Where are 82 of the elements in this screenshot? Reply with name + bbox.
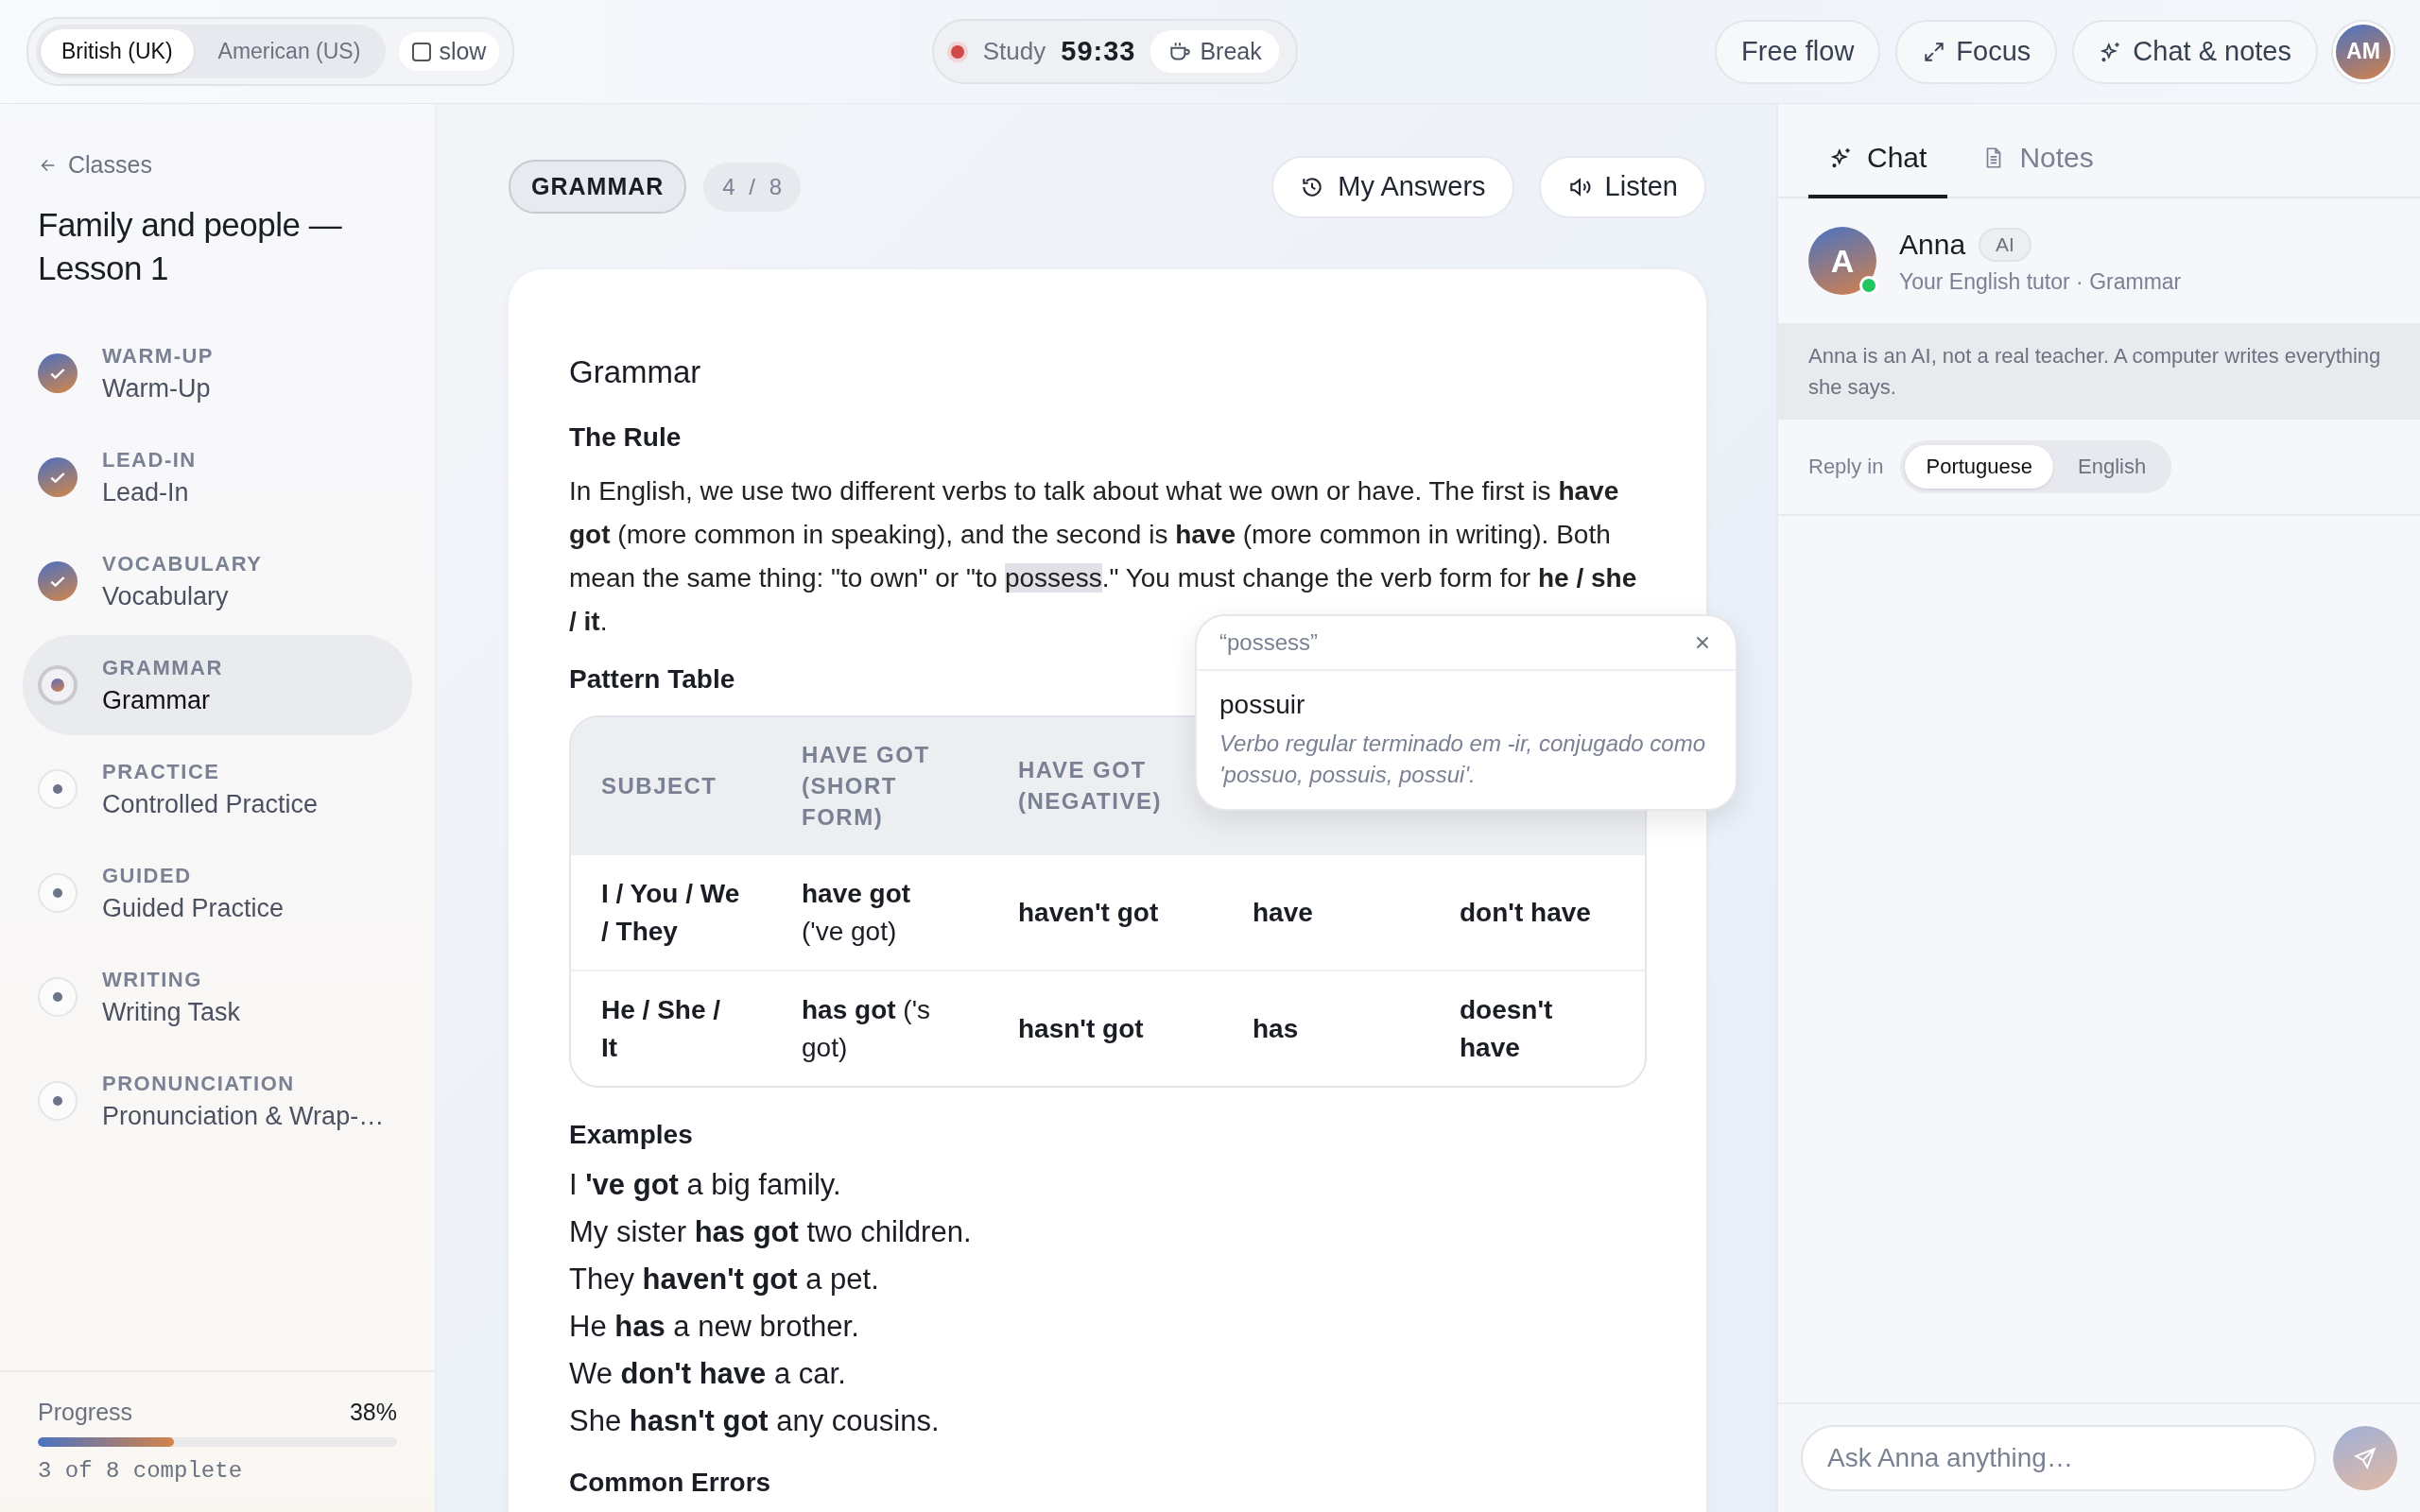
table-cell-text: haven't got	[1017, 896, 1160, 929]
section-heading: Pattern Table	[569, 664, 736, 695]
column-header: SUBJECT	[600, 771, 718, 800]
lesson-title: Family and people — Lesson 1	[38, 205, 343, 288]
send-icon	[2353, 1446, 2377, 1470]
language-option[interactable]: Portuguese	[1905, 445, 2053, 489]
step-title: Grammar	[102, 685, 211, 715]
toolbar-button[interactable]: Free flow	[1715, 19, 1881, 84]
section-heading: The Rule	[569, 422, 683, 453]
progress-caption: 3 of 8 complete	[38, 1458, 244, 1484]
translation-text: possuir	[1219, 690, 1306, 720]
example-sentence: He has a new brother.	[569, 1309, 860, 1345]
table-cell-text: have got ('ve got)	[801, 877, 912, 948]
popup-word: “possess”	[1219, 629, 1319, 656]
slow-checkbox[interactable]: slow	[399, 32, 500, 71]
table-cell-text: doesn't have	[1459, 993, 1554, 1064]
back-link[interactable]: Classes	[23, 151, 412, 179]
panel-tab[interactable]: Chat	[1808, 142, 1948, 198]
example-sentence: She hasn't got any cousins.	[569, 1403, 941, 1439]
step-counter: 4 / 8	[703, 162, 802, 212]
header-button[interactable]: Listen	[1538, 155, 1706, 218]
chat-input[interactable]: Ask Anna anything…	[1801, 1425, 2316, 1491]
step-category: GRAMMAR	[102, 655, 223, 680]
step-category: GUIDED	[102, 863, 193, 888]
translation-note: Verbo regular terminado em -ir, conjugado como 'possuo, possuis, possui'.	[1219, 730, 1707, 789]
header-button[interactable]: My Answers	[1271, 155, 1514, 218]
step-title: Pronunciation & Wrap-…	[102, 1101, 385, 1131]
accent-option[interactable]: American (US)	[197, 29, 382, 74]
reply-label: Reply in	[1808, 455, 1884, 479]
example-sentence: My sister has got two children.	[569, 1214, 973, 1250]
progress-label: Progress	[38, 1399, 133, 1426]
table-cell-text: have	[1252, 896, 1314, 929]
accent-option[interactable]: British (UK)	[41, 29, 194, 74]
step-category: PRONUNCIATION	[102, 1071, 296, 1096]
step-title: Guided Practice	[102, 893, 285, 923]
step-category: WRITING	[102, 967, 203, 992]
step-title: Controlled Practice	[102, 789, 319, 819]
section-tag: GRAMMAR	[509, 160, 687, 214]
lesson-step[interactable]: PRONUNCIATION Pronunciation & Wrap-…	[23, 1051, 412, 1151]
timer-label: Study	[982, 37, 1046, 66]
tutor-name: Anna	[1899, 228, 1966, 261]
step-category: LEAD-IN	[102, 447, 197, 472]
table-cell-text: don't have	[1459, 896, 1592, 929]
step-title: Warm-Up	[102, 373, 212, 404]
language-option[interactable]: English	[2057, 445, 2168, 489]
tutor-avatar: A	[1808, 227, 1876, 295]
toolbar-button[interactable]: Focus	[1895, 19, 2058, 84]
section-heading: Examples	[569, 1120, 694, 1150]
table-cell-text: has got ('s got)	[801, 993, 931, 1064]
table-cell-text: hasn't got	[1017, 1012, 1145, 1045]
section-heading: Common Errors	[569, 1468, 772, 1498]
lesson-step[interactable]: PRACTICE Controlled Practice	[23, 739, 412, 839]
step-category: VOCABULARY	[102, 551, 263, 576]
example-sentence: They haven't got a pet.	[569, 1262, 880, 1297]
column-header: HAVE GOT (SHORT FORM)	[801, 740, 931, 832]
step-title: Writing Task	[102, 997, 241, 1027]
table-cell-text: has	[1252, 1012, 1300, 1045]
step-category: WARM-UP	[102, 343, 215, 369]
step-title: Vocabulary	[102, 581, 230, 611]
panel-tab[interactable]: Notes	[1979, 142, 2096, 198]
step-title: Lead-In	[102, 477, 190, 507]
tutor-subtitle: Your English tutor · Grammar	[1899, 268, 2182, 295]
card-title: Grammar	[569, 354, 702, 390]
example-sentence: We don't have a car.	[569, 1356, 847, 1392]
lesson-step[interactable]: GUIDED Guided Practice	[23, 843, 412, 943]
example-sentence: I 've got a big family.	[569, 1167, 842, 1203]
lesson-step[interactable]: LEAD-IN Lead-In	[23, 427, 412, 527]
progress-percent: 38%	[349, 1399, 397, 1426]
ai-badge: AI	[1979, 227, 2031, 262]
timer-time: 59:33	[1061, 36, 1136, 67]
step-category: PRACTICE	[102, 759, 221, 784]
break-button[interactable]: Break	[1150, 30, 1279, 73]
column-header: HAVE GOT (NEGATIVE)	[1017, 756, 1163, 816]
toolbar-button[interactable]: Chat & notes	[2072, 19, 2318, 84]
user-avatar[interactable]: AM	[2333, 21, 2394, 82]
lesson-step[interactable]: WARM-UP Warm-Up	[23, 323, 412, 423]
ai-notice: Anna is an AI, not a real teacher. A computer writes everything she says.	[1778, 323, 2420, 420]
lesson-step[interactable]: GRAMMAR Grammar	[23, 635, 412, 735]
table-cell-text: I / You / We / They	[600, 877, 741, 948]
lesson-step[interactable]: WRITING Writing Task	[23, 947, 412, 1047]
table-cell-text: He / She / It	[600, 993, 722, 1064]
lesson-step[interactable]: VOCABULARY Vocabulary	[23, 531, 412, 631]
